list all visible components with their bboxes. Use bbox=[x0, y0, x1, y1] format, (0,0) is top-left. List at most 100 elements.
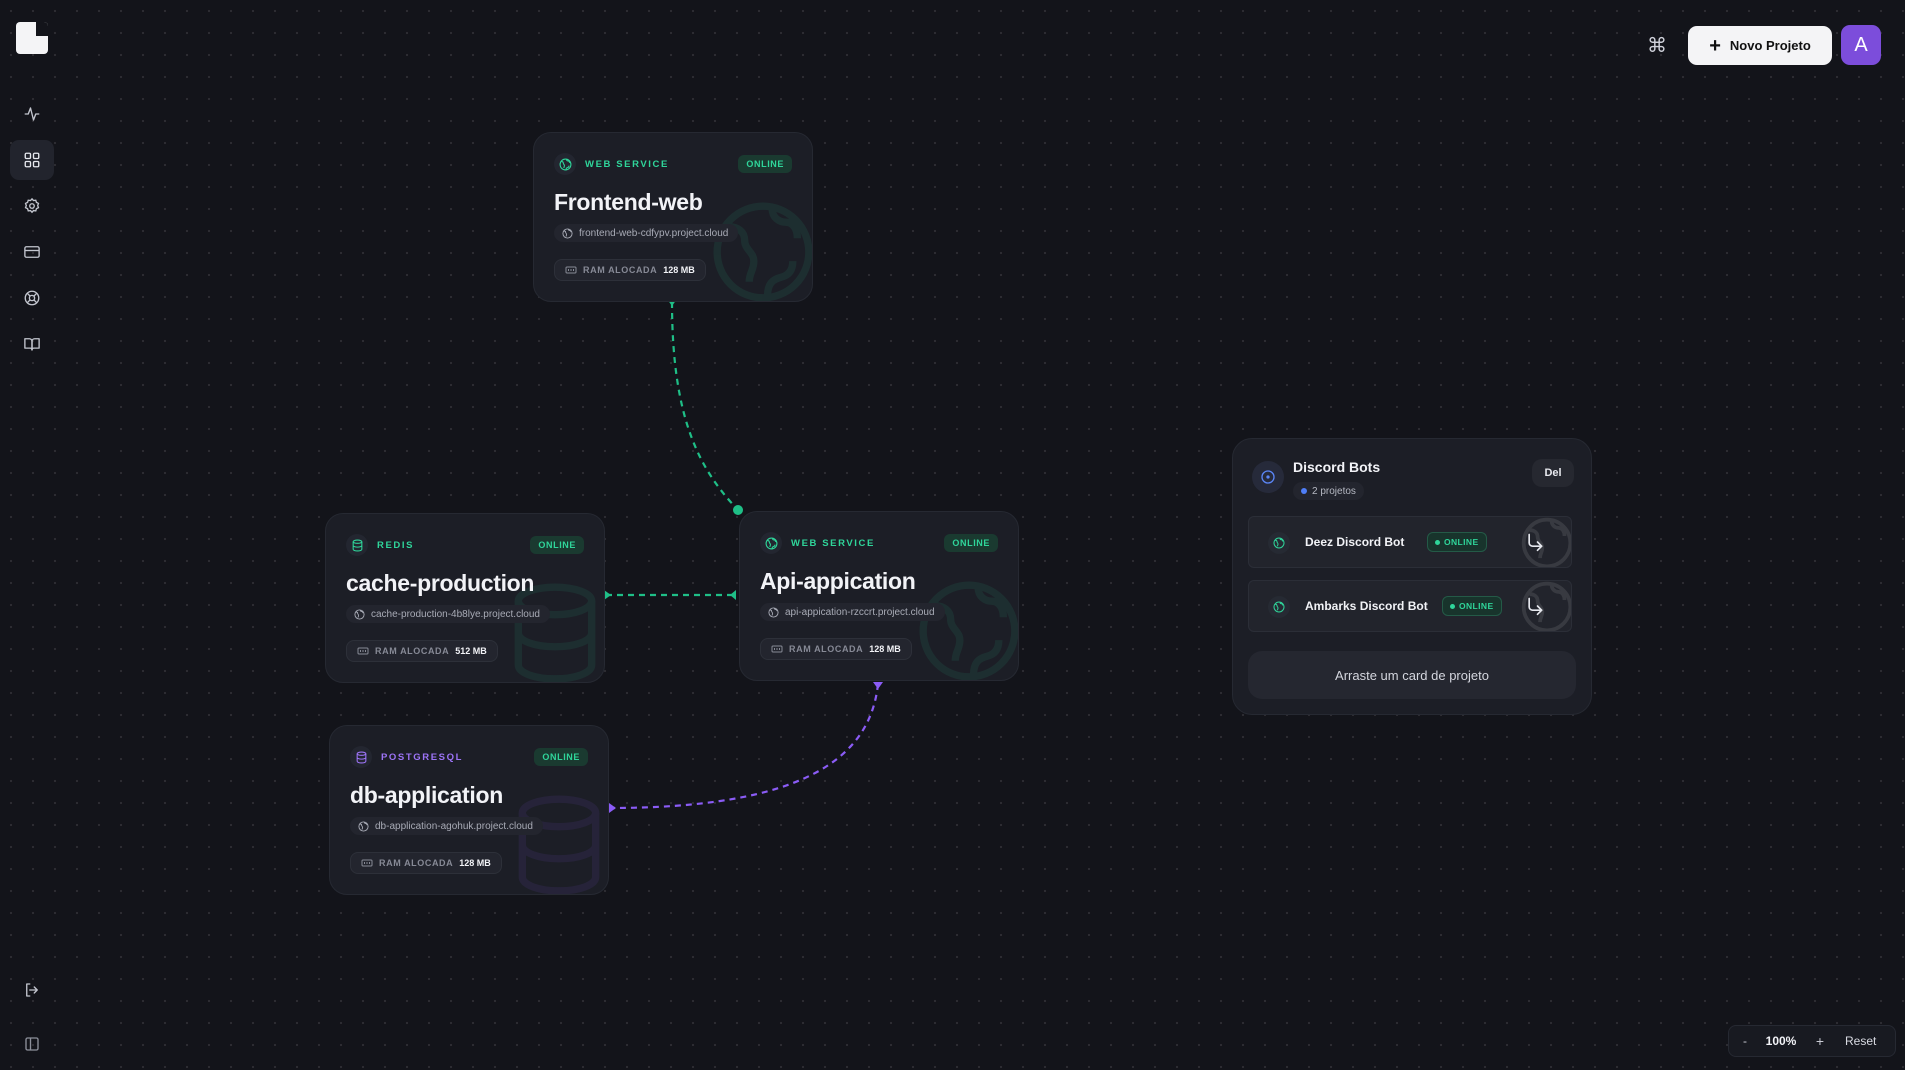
wire-cache-api-end bbox=[730, 590, 736, 600]
card-header: WEB SERVICE ONLINE bbox=[554, 153, 792, 175]
nav-docs[interactable] bbox=[10, 324, 54, 364]
status-badge: ONLINE bbox=[534, 748, 588, 766]
service-type: REDIS bbox=[377, 539, 415, 551]
move-out-arrow-icon[interactable] bbox=[1525, 532, 1545, 552]
new-project-button[interactable]: + Novo Projeto bbox=[1688, 26, 1832, 65]
ram-allocation: RAM ALOCADA 512 MB bbox=[346, 640, 498, 662]
project-url-text: cache-production-4b8lye.project.cloud bbox=[371, 608, 540, 620]
project-group-discord-bots[interactable]: Discord Bots 2 projetos Del Deez Discord… bbox=[1232, 438, 1592, 715]
blue-dot-icon bbox=[1301, 488, 1307, 494]
project-url[interactable]: frontend-web-cdfypv.project.cloud bbox=[554, 224, 739, 242]
globe-icon bbox=[765, 537, 777, 549]
database-icon bbox=[352, 539, 362, 551]
zoom-controls: - 100% + Reset bbox=[1728, 1025, 1896, 1057]
logout-icon bbox=[26, 983, 38, 997]
project-name: db-application bbox=[350, 782, 503, 808]
nav-support[interactable] bbox=[10, 278, 54, 318]
move-out-arrow-icon[interactable] bbox=[1525, 596, 1545, 616]
app-logo-icon[interactable] bbox=[16, 22, 48, 54]
group-item-ambarks-discord-bot[interactable]: Ambarks Discord Bot ONLINE bbox=[1248, 580, 1572, 632]
command-icon[interactable]: ⌘ bbox=[1645, 34, 1669, 58]
status-text: ONLINE bbox=[1444, 537, 1479, 547]
wire-api-db-start bbox=[873, 682, 883, 689]
ram-label: RAM ALOCADA bbox=[583, 265, 658, 275]
project-url[interactable]: db-application-agohuk.project.cloud bbox=[350, 817, 543, 835]
nav-settings[interactable] bbox=[10, 186, 54, 226]
group-item-deez-discord-bot[interactable]: Deez Discord Bot ONLINE bbox=[1248, 516, 1572, 568]
project-url[interactable]: cache-production-4b8lye.project.cloud bbox=[346, 605, 550, 623]
ram-allocation: RAM ALOCADA 128 MB bbox=[554, 259, 706, 281]
status-badge: ONLINE bbox=[1442, 596, 1502, 616]
wire-api-db bbox=[609, 683, 880, 810]
status-badge: ONLINE bbox=[1427, 532, 1487, 552]
ram-label: RAM ALOCADA bbox=[789, 644, 864, 654]
project-card-api[interactable]: WEB SERVICE ONLINE Api-appication api-ap… bbox=[739, 511, 1019, 681]
drop-zone[interactable]: Arraste um card de projeto bbox=[1248, 651, 1576, 699]
web-service-watermark-icon bbox=[713, 202, 812, 301]
logout-button[interactable] bbox=[10, 970, 54, 1010]
status-dot-icon bbox=[1450, 603, 1455, 609]
group-item-name: Deez Discord Bot bbox=[1305, 535, 1405, 549]
memory-chip-icon bbox=[565, 266, 577, 274]
group-count-text: 2 projetos bbox=[1312, 485, 1356, 497]
zoom-level: 100% bbox=[1765, 1034, 1797, 1048]
wire-frontend-api bbox=[670, 301, 739, 511]
activity-icon bbox=[24, 107, 40, 121]
gear-icon bbox=[24, 197, 40, 214]
memory-chip-icon bbox=[771, 645, 783, 653]
project-name: Frontend-web bbox=[554, 189, 703, 215]
zoom-in-button[interactable]: + bbox=[1801, 1033, 1839, 1049]
project-card-cache[interactable]: REDIS ONLINE cache-production cache-prod… bbox=[325, 513, 605, 683]
credit-card-icon bbox=[24, 246, 40, 258]
delete-group-button[interactable]: Del bbox=[1532, 459, 1574, 487]
zoom-reset-button[interactable]: Reset bbox=[1845, 1034, 1876, 1048]
database-icon-wrap bbox=[346, 534, 368, 556]
book-icon bbox=[24, 338, 40, 351]
nav-activity[interactable] bbox=[10, 94, 54, 134]
globe-small-icon bbox=[358, 820, 369, 832]
sidebar bbox=[0, 0, 64, 1070]
project-name: Api-appication bbox=[760, 568, 916, 594]
group-item-name: Ambarks Discord Bot bbox=[1305, 599, 1428, 613]
ram-label: RAM ALOCADA bbox=[379, 858, 454, 868]
globe-small-icon bbox=[768, 606, 779, 618]
project-card-db[interactable]: POSTGRESQL ONLINE db-application db-appl… bbox=[329, 725, 609, 895]
group-title: Discord Bots bbox=[1293, 459, 1381, 475]
web-service-watermark-icon bbox=[919, 581, 1018, 680]
globe-icon-wrap bbox=[554, 153, 576, 175]
status-dot-icon bbox=[1435, 539, 1440, 545]
status-badge: ONLINE bbox=[738, 155, 792, 173]
project-url-text: db-application-agohuk.project.cloud bbox=[375, 820, 533, 832]
card-header: REDIS ONLINE bbox=[346, 534, 584, 556]
globe-icon bbox=[559, 158, 571, 170]
memory-chip-icon bbox=[361, 859, 373, 867]
dashboard-grid-icon bbox=[24, 152, 40, 168]
nav-billing[interactable] bbox=[10, 232, 54, 272]
ram-value: 512 MB bbox=[455, 646, 487, 656]
new-project-label: Novo Projeto bbox=[1729, 38, 1811, 53]
card-header: WEB SERVICE ONLINE bbox=[760, 532, 998, 554]
status-badge: ONLINE bbox=[530, 536, 584, 554]
database-icon bbox=[356, 751, 366, 763]
target-circle-icon bbox=[1261, 470, 1275, 484]
nav-dashboard[interactable] bbox=[10, 140, 54, 180]
sidebar-toggle-button[interactable] bbox=[10, 1024, 54, 1064]
globe-icon bbox=[1273, 537, 1285, 549]
group-icon-wrap bbox=[1252, 461, 1284, 493]
status-text: ONLINE bbox=[1459, 601, 1494, 611]
project-card-frontend[interactable]: WEB SERVICE ONLINE Frontend-web frontend… bbox=[533, 132, 813, 302]
ram-label: RAM ALOCADA bbox=[375, 646, 450, 656]
support-lifebuoy-icon bbox=[24, 290, 40, 306]
service-type: POSTGRESQL bbox=[381, 751, 463, 763]
wire-cache-api-start bbox=[604, 590, 611, 600]
ram-allocation: RAM ALOCADA 128 MB bbox=[350, 852, 502, 874]
card-header: POSTGRESQL ONLINE bbox=[350, 746, 588, 768]
status-badge: ONLINE bbox=[944, 534, 998, 552]
project-url[interactable]: api-appication-rzccrt.project.cloud bbox=[760, 603, 945, 621]
ram-allocation: RAM ALOCADA 128 MB bbox=[760, 638, 912, 660]
zoom-out-button[interactable]: - bbox=[1729, 1034, 1761, 1048]
plus-icon: + bbox=[1709, 34, 1721, 57]
globe-icon-wrap bbox=[760, 532, 782, 554]
avatar[interactable]: A bbox=[1841, 25, 1881, 65]
wire-frontend-api-end bbox=[733, 505, 743, 515]
